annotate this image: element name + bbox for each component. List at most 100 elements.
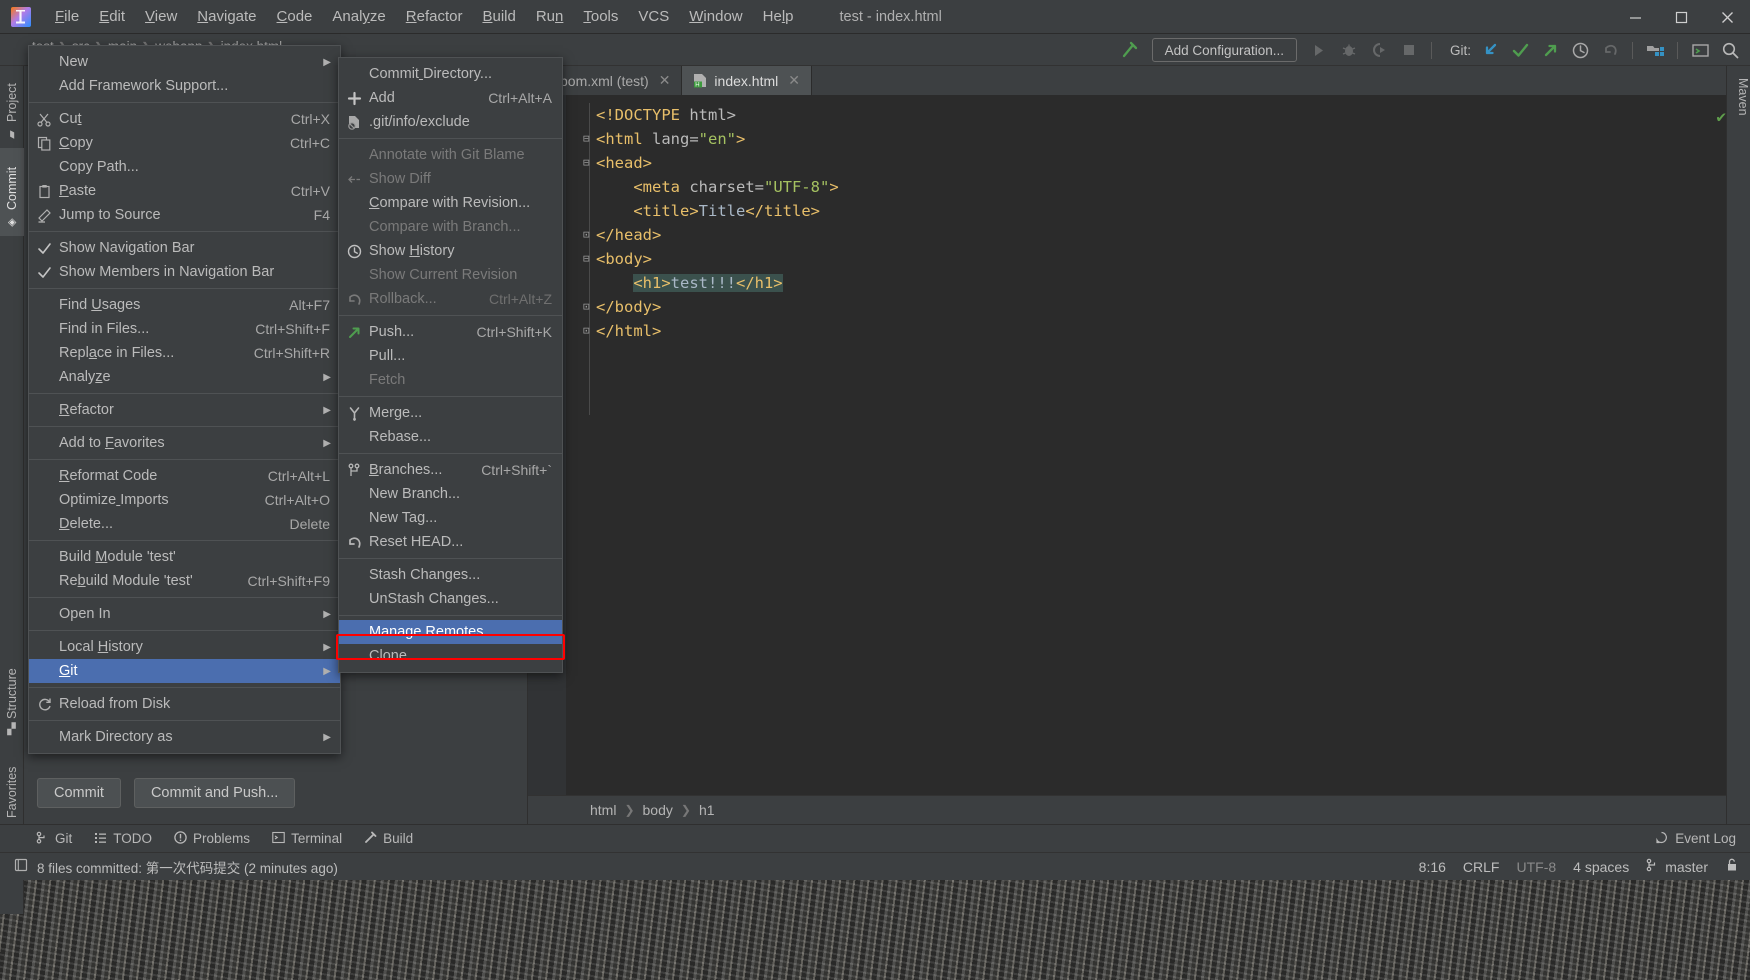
menu-view[interactable]: View	[135, 5, 187, 28]
menu-bar[interactable]: File Edit View Navigate Code Analyze Refactor B…	[45, 5, 804, 28]
git-branch-widget[interactable]: master	[1646, 858, 1708, 875]
fold-expand-icon[interactable]: ⊡	[583, 229, 594, 240]
menu-item-show-current-revision[interactable]: Show Current Revision	[339, 263, 562, 287]
code-line[interactable]: <!DOCTYPE html>	[528, 103, 1750, 127]
menu-navigate[interactable]: Navigate	[187, 5, 266, 28]
menu-item-rebuild-module-test[interactable]: Rebuild Module 'test' Ctrl+Shift+F9	[29, 569, 340, 593]
fold-expand-icon[interactable]: ⊡	[583, 301, 594, 312]
code-line[interactable]: <h1>test!!!</h1>	[528, 271, 1750, 295]
menu-item-new-tag[interactable]: New Tag...	[339, 506, 562, 530]
bottom-tab-todo[interactable]: TODO	[94, 831, 152, 847]
terminal-icon[interactable]	[1686, 37, 1714, 63]
breadcrumb[interactable]: html ❯ body ❯ h1	[528, 795, 1750, 824]
menu-item-clone[interactable]: Clone...	[339, 644, 562, 668]
stop-icon[interactable]	[1395, 37, 1423, 63]
commit-and-push-button[interactable]: Commit and Push...	[133, 778, 296, 808]
commit-button[interactable]: Commit	[37, 778, 121, 808]
menu-build[interactable]: Build	[472, 5, 525, 28]
code-lines[interactable]: <!DOCTYPE html> ⊟ <html lang="en"> ⊟ <head> …	[528, 103, 1750, 343]
hammer-icon[interactable]	[1116, 37, 1144, 63]
menu-item-new[interactable]: New ▶	[29, 50, 340, 74]
inspection-ok-icon[interactable]: ✔	[1716, 105, 1726, 129]
menu-item-reset-head[interactable]: Reset HEAD...	[339, 530, 562, 554]
menu-tools[interactable]: Tools	[573, 5, 628, 28]
menu-item-mark-directory-as[interactable]: Mark Directory as ▶	[29, 725, 340, 749]
menu-item-add-framework-support[interactable]: Add Framework Support...	[29, 74, 340, 98]
menu-item-find-in-files[interactable]: Find in Files... Ctrl+Shift+F	[29, 317, 340, 341]
bottom-tab-terminal[interactable]: Terminal	[272, 831, 342, 847]
menu-item-delete[interactable]: Delete... Delete	[29, 512, 340, 536]
history-icon[interactable]	[1566, 37, 1594, 63]
menu-code[interactable]: Code	[267, 5, 323, 28]
menu-item-open-in[interactable]: Open In ▶	[29, 602, 340, 626]
menu-item-optimize-imports[interactable]: Optimize Imports Ctrl+Alt+O	[29, 488, 340, 512]
indent-setting[interactable]: 4 spaces	[1573, 859, 1629, 875]
menu-item-analyze[interactable]: Analyze ▶	[29, 365, 340, 389]
tab-index-html[interactable]: H index.html ✕	[682, 66, 812, 95]
menu-item-add[interactable]: Add Ctrl+Alt+A	[339, 86, 562, 110]
close-tab-icon[interactable]: ✕	[788, 72, 800, 89]
code-line[interactable]: ⊟ <head>	[528, 151, 1750, 175]
menu-item-jump-to-source[interactable]: Jump to Source F4	[29, 203, 340, 227]
breadcrumb-item-html[interactable]: html	[590, 802, 616, 818]
menu-item-cut[interactable]: Cut Ctrl+X	[29, 107, 340, 131]
menu-item-local-history[interactable]: Local History ▶	[29, 635, 340, 659]
menu-item-copy-path[interactable]: Copy Path...	[29, 155, 340, 179]
sidebar-item-structure[interactable]: ▞ Structure	[0, 644, 24, 740]
breadcrumb-item-body[interactable]: body	[643, 802, 673, 818]
menu-item-push[interactable]: Push... Ctrl+Shift+K	[339, 320, 562, 344]
code-line[interactable]: ⊡ </head>	[528, 223, 1750, 247]
undo-icon[interactable]	[1596, 37, 1624, 63]
menu-item-pull[interactable]: Pull...	[339, 344, 562, 368]
menu-item-rollback[interactable]: Rollback... Ctrl+Alt+Z	[339, 287, 562, 311]
code-line[interactable]: ⊟ <html lang="en">	[528, 127, 1750, 151]
menu-item-show-navigation-bar[interactable]: Show Navigation Bar	[29, 236, 340, 260]
menu-item-unstash-changes[interactable]: UnStash Changes...	[339, 587, 562, 611]
menu-item-build-module-test[interactable]: Build Module 'test'	[29, 545, 340, 569]
menu-item-new-branch[interactable]: New Branch...	[339, 482, 562, 506]
menu-item-annotate-with-git-blame[interactable]: Annotate with Git Blame	[339, 143, 562, 167]
menu-run[interactable]: Run	[526, 5, 574, 28]
minimize-icon[interactable]	[1612, 0, 1658, 34]
menu-help[interactable]: Help	[753, 5, 804, 28]
menu-item-refactor[interactable]: Refactor ▶	[29, 398, 340, 422]
git-push-icon[interactable]	[1536, 37, 1564, 63]
file-encoding[interactable]: UTF-8	[1516, 859, 1556, 875]
bottom-tab-build[interactable]: Build	[364, 831, 413, 847]
line-separator[interactable]: CRLF	[1463, 859, 1500, 875]
menu-item-show-members-in-navigation-bar[interactable]: Show Members in Navigation Bar	[29, 260, 340, 284]
bottom-tab-git[interactable]: Git	[36, 831, 72, 847]
fold-expand-icon[interactable]: ⊡	[583, 325, 594, 336]
menu-edit[interactable]: Edit	[89, 5, 135, 28]
code-line[interactable]: ⊡ </body>	[528, 295, 1750, 319]
menu-item-git[interactable]: Git ▶	[29, 659, 340, 683]
code-line[interactable]: <meta charset="UTF-8">	[528, 175, 1750, 199]
menu-item-paste[interactable]: Paste Ctrl+V	[29, 179, 340, 203]
close-icon[interactable]	[1704, 0, 1750, 34]
menu-item-compare-with-revision[interactable]: Compare with Revision...	[339, 191, 562, 215]
code-line[interactable]: <title>Title</title>	[528, 199, 1750, 223]
menu-item-replace-in-files[interactable]: Replace in Files... Ctrl+Shift+R	[29, 341, 340, 365]
menu-item-compare-with-branch[interactable]: Compare with Branch...	[339, 215, 562, 239]
menu-item-stash-changes[interactable]: Stash Changes...	[339, 563, 562, 587]
sidebar-item-maven[interactable]: Maven	[1726, 72, 1750, 122]
context-menu[interactable]: New ▶ Add Framework Support... Cut Ctrl+X Cop…	[28, 45, 341, 754]
code-line[interactable]: ⊟ <body>	[528, 247, 1750, 271]
breadcrumb-item-h1[interactable]: h1	[699, 802, 715, 818]
add-configuration-button[interactable]: Add Configuration...	[1151, 38, 1297, 62]
menu-item-branches[interactable]: Branches... Ctrl+Shift+`	[339, 458, 562, 482]
sidebar-item-project[interactable]: ▰ Project	[0, 66, 24, 148]
menu-item-show-history[interactable]: Show History	[339, 239, 562, 263]
menu-window[interactable]: Window	[679, 5, 752, 28]
menu-item-commit-directory[interactable]: Commit Directory...	[339, 62, 562, 86]
close-tab-icon[interactable]: ✕	[659, 72, 671, 89]
menu-item-rebase[interactable]: Rebase...	[339, 425, 562, 449]
menu-item-reformat-code[interactable]: Reformat Code Ctrl+Alt+L	[29, 464, 340, 488]
unlocked-icon[interactable]	[1725, 858, 1738, 875]
menu-item-copy[interactable]: Copy Ctrl+C	[29, 131, 340, 155]
bottom-tab-problems[interactable]: Problems	[174, 830, 250, 847]
sidebar-item-commit[interactable]: ◈ Commit	[0, 148, 24, 236]
event-log-button[interactable]: Event Log	[1655, 831, 1736, 847]
project-structure-icon[interactable]	[1641, 37, 1669, 63]
git-commit-icon[interactable]	[1506, 37, 1534, 63]
